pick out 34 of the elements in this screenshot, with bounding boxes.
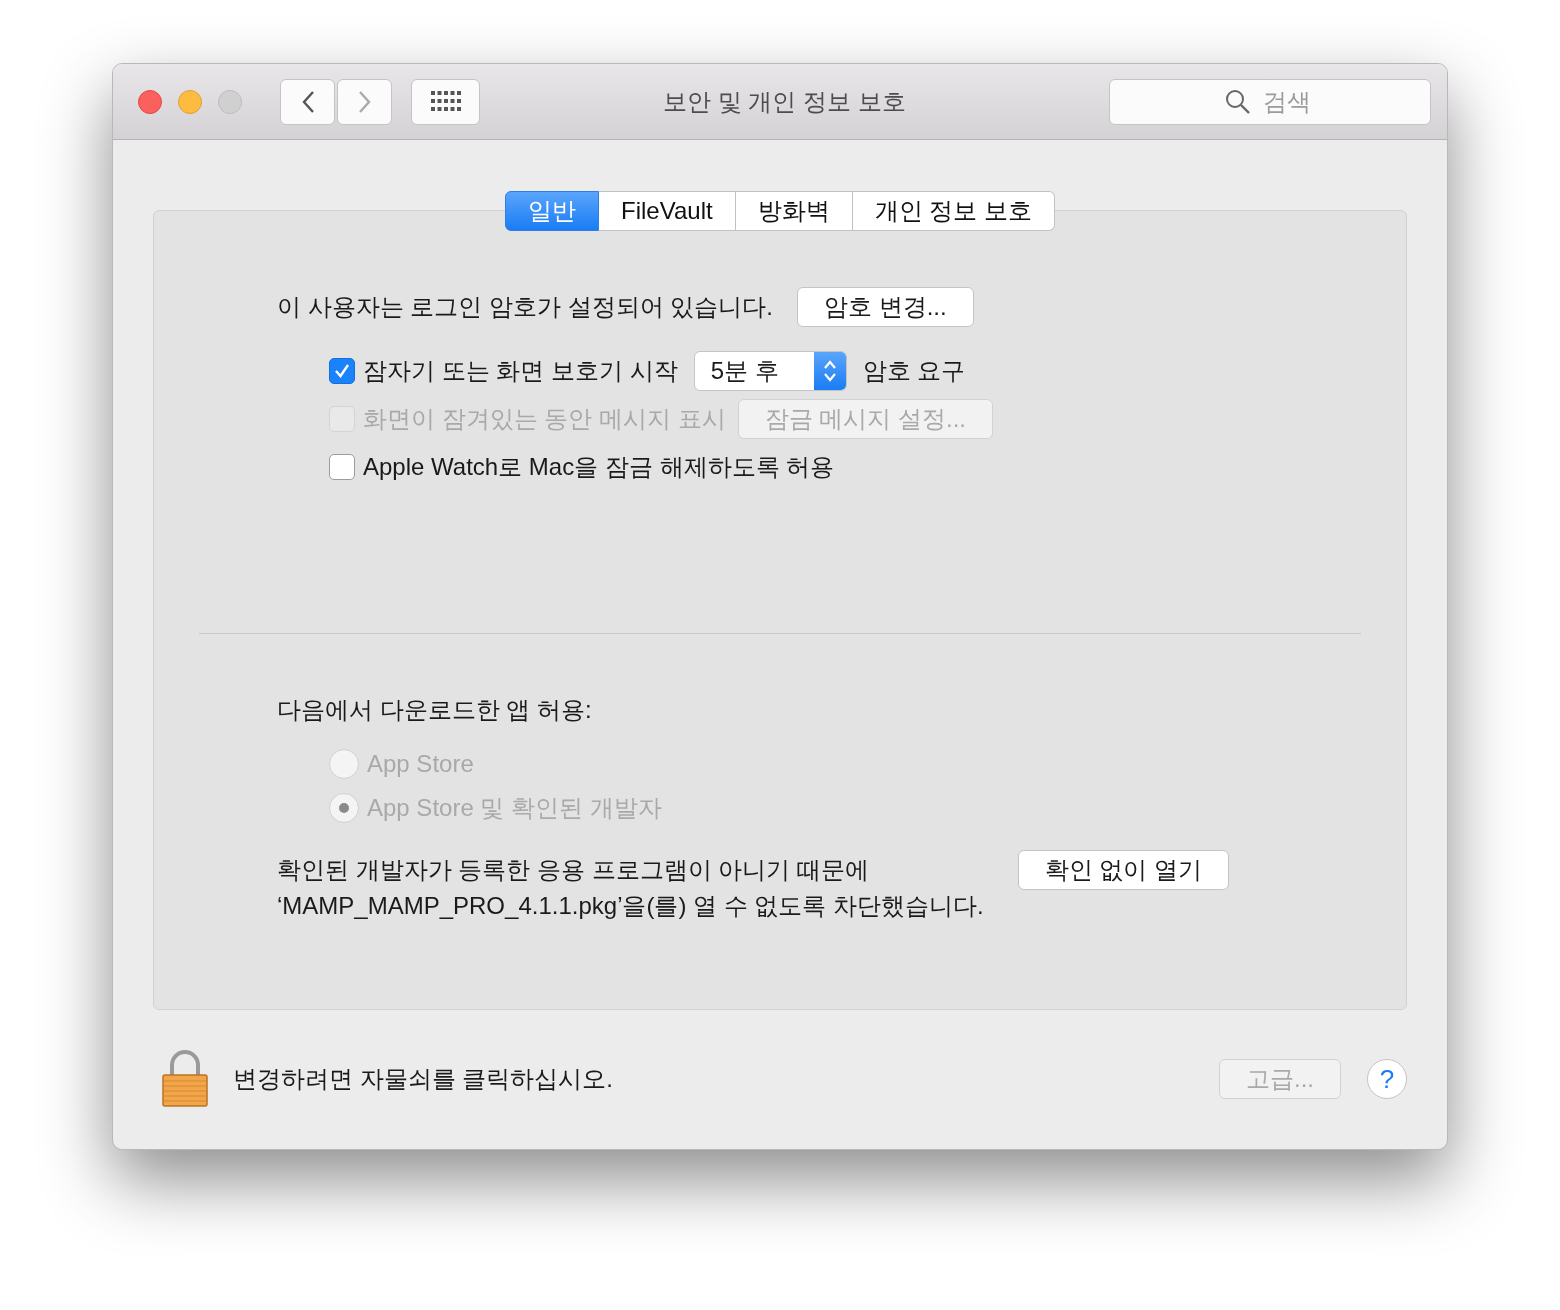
radio-label: App Store 및 확인된 개발자	[367, 793, 662, 823]
tab[interactable]: 개인 정보 보호	[852, 191, 1055, 231]
delay-dropdown[interactable]: 5분 후	[693, 351, 847, 391]
blocked-app-message: 확인된 개발자가 등록한 응용 프로그램이 아니기 때문에 ‘MAMP_MAMP_PRO_4.1.1.pkg’을(를) 열 수 없도록 차단했습니다.	[277, 855, 984, 921]
require-password-text: 암호 요구	[862, 356, 966, 386]
help-button[interactable]: ?	[1367, 1059, 1407, 1099]
window-title: 보안 및 개인 정보 보호	[662, 86, 907, 117]
lock-hint-text: 변경하려면 자물쇠를 클릭하십시오.	[233, 1064, 613, 1094]
padlock-icon[interactable]	[161, 1050, 209, 1108]
search-field[interactable]: 검색	[1109, 78, 1431, 125]
checkbox-label: 화면이 잠겨있는 동안 메시지 표시	[363, 404, 726, 434]
tab[interactable]: FileVault	[599, 191, 736, 231]
checkmark-icon	[333, 362, 351, 380]
chevron-left-icon	[300, 89, 315, 114]
checkbox-label: 잠자기 또는 화면 보호기 시작	[363, 356, 678, 386]
password-status-text: 이 사용자는 로그인 암호가 설정되어 있습니다.	[277, 292, 773, 322]
checkbox[interactable]	[329, 454, 355, 480]
show-all-button[interactable]	[411, 78, 480, 125]
allow-apps-heading: 다음에서 다운로드한 앱 허용:	[277, 695, 593, 725]
forward-button[interactable]	[337, 78, 392, 125]
minimize-button[interactable]	[178, 89, 202, 114]
checkbox[interactable]	[329, 358, 355, 384]
open-anyway-button[interactable]: 확인 없이 열기	[1017, 850, 1230, 890]
chevron-right-icon	[357, 89, 372, 114]
change-password-button[interactable]: 암호 변경...	[797, 287, 974, 327]
stepper-icon	[813, 352, 846, 390]
search-icon	[1225, 88, 1251, 115]
close-button[interactable]	[138, 89, 162, 114]
checkbox-label: Apple Watch로 Mac을 잠금 해제하도록 허용	[363, 452, 835, 482]
back-button[interactable]	[280, 78, 335, 125]
grid-icon	[430, 90, 461, 113]
zoom-button[interactable]	[218, 89, 242, 114]
tab[interactable]: 방화벽	[735, 191, 853, 231]
radio-label: App Store	[367, 750, 474, 778]
